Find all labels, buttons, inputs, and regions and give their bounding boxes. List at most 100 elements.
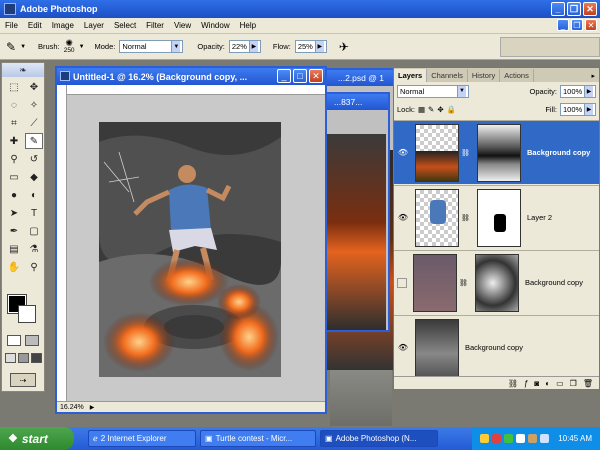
shape-tool-icon[interactable]: ▢	[25, 223, 43, 239]
new-layer-icon[interactable]: ❐	[570, 379, 577, 388]
brush-tool-icon[interactable]: ✎	[6, 40, 16, 54]
restore-button[interactable]: ❐	[567, 2, 581, 16]
history-brush-tool-icon[interactable]: ↺	[25, 151, 43, 167]
menu-select[interactable]: Select	[109, 21, 141, 30]
visibility-toggle-empty[interactable]	[397, 277, 407, 288]
paint-bucket-tool-icon[interactable]: ◆	[25, 169, 43, 185]
taskbar-internet-explorer[interactable]: ℯ 2 Internet Explorer	[88, 430, 196, 447]
main-document-window[interactable]: Untitled-1 @ 16.2% (Background copy, ...…	[55, 66, 327, 414]
quick-mask-icon[interactable]	[25, 335, 39, 346]
image-canvas[interactable]	[99, 122, 281, 377]
lock-transparency-icon[interactable]: ▦	[418, 105, 425, 114]
doc-restore-button[interactable]: ❐	[571, 19, 583, 31]
layer-mask-thumbnail[interactable]	[477, 188, 521, 247]
brush-picker[interactable]: ✺ 250	[64, 38, 75, 55]
layer-style-icon[interactable]: ƒ	[524, 379, 528, 388]
fill-field[interactable]: 100% ▶	[560, 102, 596, 116]
move-tool-icon[interactable]: ✥	[25, 79, 43, 95]
tray-icon[interactable]	[480, 434, 490, 443]
opacity-field[interactable]: 22% ▶	[228, 40, 261, 53]
dodge-tool-icon[interactable]: ◐	[25, 187, 43, 203]
status-arrow-icon[interactable]: ▶	[90, 404, 95, 411]
adjustment-layer-icon[interactable]: ◐	[545, 379, 550, 388]
healing-brush-tool-icon[interactable]: ✚	[5, 133, 23, 149]
clock[interactable]: 10:45 AM	[558, 434, 592, 443]
brush-tool-icon[interactable]: ✎	[25, 133, 43, 149]
layer-opacity-field[interactable]: 100% ▶	[560, 84, 596, 98]
crop-tool-icon[interactable]: ⌗	[5, 115, 23, 131]
start-button[interactable]: ❖ start	[0, 427, 74, 450]
tool-preset-arrow-icon[interactable]: ▼	[20, 44, 26, 50]
magic-wand-tool-icon[interactable]: ✧	[25, 97, 43, 113]
tray-icon[interactable]	[516, 434, 526, 443]
add-mask-icon[interactable]: ◙	[534, 379, 539, 388]
eye-icon[interactable]: 👁	[397, 147, 409, 159]
pen-tool-icon[interactable]: ✒	[5, 223, 23, 239]
layer-thumbnail[interactable]	[415, 318, 459, 377]
hand-tool-icon[interactable]: ✋	[5, 259, 23, 275]
tab-channels[interactable]: Channels	[427, 69, 468, 82]
layer-thumbnail[interactable]	[415, 188, 459, 247]
menu-image[interactable]: Image	[47, 21, 79, 30]
minimize-button[interactable]: _	[551, 2, 565, 16]
screen-mode-full-menu-icon[interactable]	[18, 353, 29, 363]
tray-icon[interactable]	[504, 434, 514, 443]
menu-window[interactable]: Window	[196, 21, 234, 30]
menu-file[interactable]: File	[0, 21, 23, 30]
jump-to-imageready-icon[interactable]: ⇢	[10, 373, 36, 387]
screen-mode-full-icon[interactable]	[31, 353, 42, 363]
tray-icon[interactable]	[528, 434, 538, 443]
brush-picker-arrow-icon[interactable]: ▼	[79, 44, 85, 50]
mode-select[interactable]: Normal ▼	[119, 40, 184, 53]
lock-paint-icon[interactable]: ✎	[428, 105, 434, 114]
eraser-tool-icon[interactable]: ▭	[5, 169, 23, 185]
lock-move-icon[interactable]: ✥	[437, 105, 443, 114]
airbrush-icon[interactable]: ✈	[339, 40, 349, 54]
layer-mask-thumbnail[interactable]	[477, 123, 521, 182]
menu-layer[interactable]: Layer	[79, 21, 109, 30]
doc-minimize-button[interactable]: _	[557, 19, 569, 31]
tab-layers[interactable]: Layers	[394, 69, 428, 82]
blend-mode-select[interactable]: Normal ▼	[397, 84, 469, 98]
link-icon[interactable]: ⛓	[459, 279, 468, 287]
lock-all-icon[interactable]: 🔒	[447, 105, 456, 114]
path-selection-tool-icon[interactable]: ➤	[5, 205, 23, 221]
layer-row[interactable]: 👁 ⛓ Background copy	[394, 120, 599, 184]
flow-field[interactable]: 25% ▶	[294, 40, 327, 53]
marquee-tool-icon[interactable]: ⬚	[5, 79, 23, 95]
slice-tool-icon[interactable]: ⟋	[25, 115, 43, 131]
tray-icon[interactable]	[492, 434, 502, 443]
layer-thumbnail[interactable]	[415, 123, 459, 182]
close-button[interactable]: ✕	[583, 2, 597, 16]
eye-icon[interactable]: 👁	[397, 342, 409, 354]
eyedropper-tool-icon[interactable]: ⚗	[25, 241, 43, 257]
document-close-button[interactable]: ✕	[309, 69, 323, 83]
volume-icon[interactable]	[540, 434, 550, 443]
menu-view[interactable]: View	[169, 21, 196, 30]
layer-row[interactable]: ⛓ Background copy	[394, 250, 599, 314]
standard-mode-icon[interactable]	[7, 335, 21, 346]
layer-thumbnail[interactable]	[413, 253, 457, 312]
menu-help[interactable]: Help	[235, 21, 261, 30]
screen-mode-standard-icon[interactable]	[5, 353, 16, 363]
clone-stamp-tool-icon[interactable]: ⚲	[5, 151, 23, 167]
eye-icon[interactable]: 👁	[397, 212, 409, 224]
zoom-tool-icon[interactable]: ⚲	[25, 259, 43, 275]
layer-row[interactable]: 👁 ⛓ Layer 2	[394, 185, 599, 249]
layer-mask-thumbnail[interactable]	[475, 253, 519, 312]
panel-menu-arrow-icon[interactable]: ▸	[587, 70, 599, 82]
document-maximize-button[interactable]: □	[293, 69, 307, 83]
delete-layer-icon[interactable]: 🗑	[583, 379, 593, 388]
new-group-icon[interactable]: ▭	[556, 379, 564, 388]
menu-edit[interactable]: Edit	[23, 21, 47, 30]
doc-close-button[interactable]: ✕	[585, 19, 597, 31]
taskbar-word-document[interactable]: ▣ Turtle contest - Micr...	[200, 430, 316, 447]
lasso-tool-icon[interactable]: ◌	[5, 97, 23, 113]
background-color-swatch[interactable]	[18, 305, 36, 323]
taskbar-photoshop[interactable]: ▣ Adobe Photoshop (N...	[320, 430, 438, 447]
notes-tool-icon[interactable]: ▤	[5, 241, 23, 257]
document-minimize-button[interactable]: _	[277, 69, 291, 83]
zoom-level[interactable]: 16.24%	[60, 404, 84, 411]
tab-history[interactable]: History	[468, 69, 501, 82]
link-icon[interactable]: ⛓	[461, 214, 470, 222]
